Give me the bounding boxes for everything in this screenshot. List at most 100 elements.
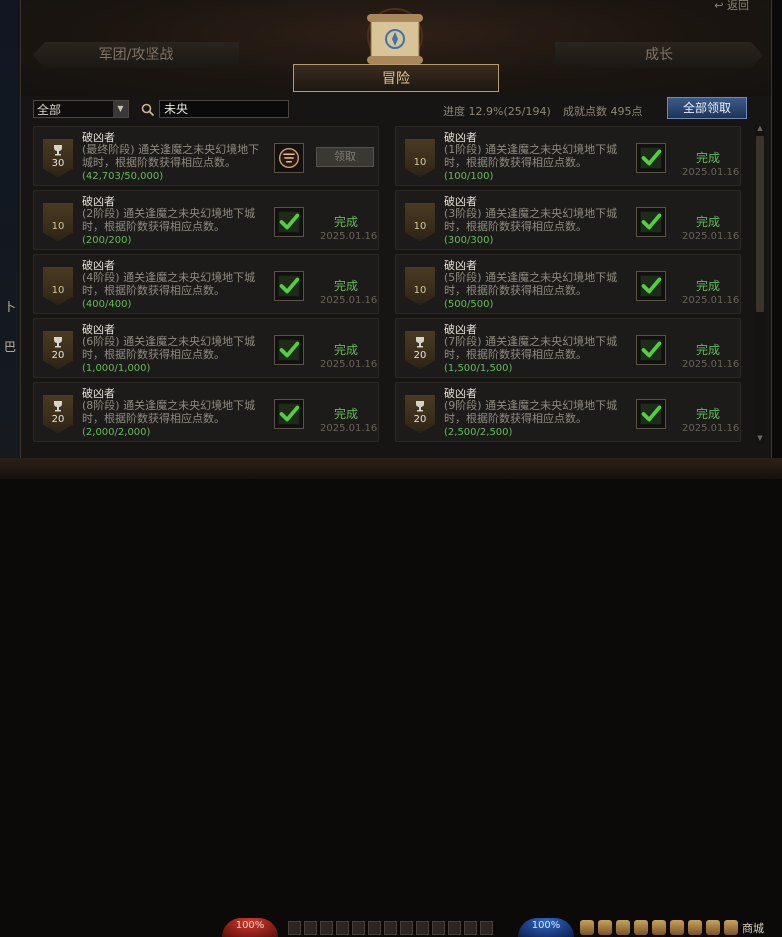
reward-badge: 10 [405,139,435,177]
complete-label: 完成 [695,407,720,421]
stage-label: (4阶段) [82,271,120,284]
scroll-thumb[interactable] [756,136,764,312]
reward-badge: 10 [43,267,73,305]
back-button[interactable]: ↩ 返回 [714,0,749,13]
badge-points: 20 [413,414,427,425]
skill-slot[interactable] [432,921,445,935]
stage-label: (9阶段) [444,399,482,412]
reward-badge: 20 [405,395,435,433]
search-input[interactable]: 未央 [159,100,289,118]
complete-label: 完成 [695,151,720,165]
achievement-desc: (8阶段) 通关逢魔之未央幻境地下城时，根据阶数获得相应点数。 [82,399,268,425]
progress-count: (400/400) [82,299,132,310]
guild-icon[interactable] [652,920,666,935]
game-bottom-bar: 100% 100% 商城 [0,458,782,937]
complete-label: 完成 [695,279,720,293]
back-icon: ↩ [714,0,724,12]
tab-legion[interactable]: 军团/攻坚战 [33,42,239,68]
complete-date: 2025.01.16 [320,231,378,242]
inventory-icon[interactable] [598,920,612,935]
reward-badge: 10 [43,203,73,241]
complete-label: 完成 [333,407,358,421]
reward-badge: 30 [43,139,73,177]
reward-chest-icon [274,143,304,173]
stage-label: (2阶段) [82,207,120,220]
checkmark-icon [636,399,666,429]
complete-date: 2025.01.16 [682,231,740,242]
window-header: ↩ 返回 军团/攻坚战 冒险 成长 [21,0,771,96]
checkmark-icon [274,335,304,365]
complete-date: 2025.01.16 [320,359,378,370]
progress-count: (500/500) [444,299,494,310]
progress-text: 进度 12.9%(25/194) [443,105,551,118]
trophy-icon [416,401,424,412]
complete-date: 2025.01.16 [320,423,378,434]
scroll-up-icon[interactable]: ▲ [755,124,765,134]
tab-growth[interactable]: 成长 [555,42,763,68]
progress-count: (2,500/2,500) [444,427,513,438]
checkmark-icon [636,271,666,301]
skill-slot[interactable] [336,921,349,935]
skill-slot[interactable] [304,921,317,935]
checkmark-icon [274,207,304,237]
complete-label: 完成 [695,343,720,357]
reward-badge: 10 [405,267,435,305]
mp-orb: 100% [518,918,574,937]
badge-points: 10 [413,221,427,232]
skill-slot[interactable] [352,921,365,935]
notice-icon[interactable] [706,920,720,935]
complete-label: 完成 [695,215,720,229]
complete-date: 2025.01.16 [682,167,740,178]
skill-slot[interactable] [448,921,461,935]
skills-icon[interactable] [616,920,630,935]
skill-slot[interactable] [464,921,477,935]
hp-orb: 100% [222,918,278,937]
achievement-list: 30 破凶者 (最终阶段) 通关逢魔之未央幻境地下城时，根据阶数获得相应点数。 (42… [33,126,743,442]
complete-label: 完成 [333,343,358,357]
shop-button[interactable]: 商城 [742,920,764,936]
achievement-card: 30 破凶者 (最终阶段) 通关逢魔之未央幻境地下城时，根据阶数获得相应点数。 (42… [33,126,379,186]
progress-count: (1,000/1,000) [82,363,151,374]
badge-points: 10 [413,157,427,168]
skill-slot[interactable] [400,921,413,935]
achievement-card: 10 破凶者 (1阶段) 通关逢魔之未央幻境地下城时，根据阶数获得相应点数。 (100… [395,126,741,186]
stage-label: (5阶段) [444,271,482,284]
complete-date: 2025.01.16 [682,359,740,370]
complete-date: 2025.01.16 [320,295,378,306]
party-icon[interactable] [688,920,702,935]
stage-label: (6阶段) [82,335,120,348]
scroll-emblem-icon [367,8,423,64]
skill-slot[interactable] [384,921,397,935]
category-select[interactable]: 全部 ▼ [33,100,129,118]
achievement-card: 10 破凶者 (2阶段) 通关逢魔之未央幻境地下城时，根据阶数获得相应点数。 (200… [33,190,379,250]
scrollbar[interactable]: ▲ ▼ [755,124,765,444]
skill-slot[interactable] [288,921,301,935]
progress-count: (200/200) [82,235,132,246]
claim-all-button[interactable]: 全部领取 [667,97,747,119]
checkmark-icon [636,143,666,173]
checkmark-icon [274,271,304,301]
trophy-icon [54,401,62,412]
settings-icon[interactable] [724,920,738,935]
quest-icon[interactable] [634,920,648,935]
claim-button[interactable]: 领取 [316,147,374,167]
menu-icon[interactable] [670,920,684,935]
reward-badge: 20 [43,331,73,369]
progress-count: (2,000/2,000) [82,427,151,438]
stage-label: (3阶段) [444,207,482,220]
skill-slot[interactable] [416,921,429,935]
badge-points: 20 [413,350,427,361]
achievement-desc: (1阶段) 通关逢魔之未央幻境地下城时，根据阶数获得相应点数。 [444,143,630,169]
skill-slot[interactable] [480,921,493,935]
achievement-window: ↩ 返回 军团/攻坚战 冒险 成长 全部 ▼ 未央 进度 12.9%(25/19… [20,0,772,458]
achievement-desc: (7阶段) 通关逢魔之未央幻境地下城时，根据阶数获得相应点数。 [444,335,630,361]
scroll-down-icon[interactable]: ▼ [755,434,765,444]
achievement-card: 10 破凶者 (5阶段) 通关逢魔之未央幻境地下城时，根据阶数获得相应点数。 (500… [395,254,741,314]
checkmark-icon [636,335,666,365]
stage-label: (最终阶段) [82,143,135,156]
tab-adventure[interactable]: 冒险 [293,64,499,92]
skill-slot[interactable] [320,921,333,935]
skill-slot[interactable] [368,921,381,935]
chevron-down-icon[interactable]: ▼ [113,101,128,117]
character-icon[interactable] [580,920,594,935]
